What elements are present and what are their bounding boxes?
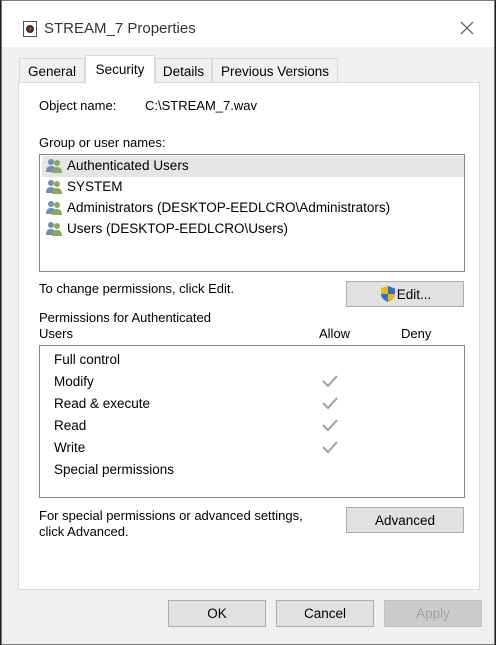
close-button[interactable] [452, 14, 482, 42]
tab-previous-versions[interactable]: Previous Versions [212, 58, 338, 83]
tab-security[interactable]: Security [85, 55, 155, 84]
deny-column-header: Deny [401, 326, 432, 341]
permission-name: Read & execute [54, 396, 151, 411]
permissions-for-label: Permissions for Authenticated [39, 310, 211, 325]
properties-dialog: STREAM_7 Properties General Security Det… [1, 0, 495, 645]
advanced-text-line2: click Advanced. [39, 524, 129, 539]
permissions-for-label-user: Users [39, 326, 73, 341]
list-item[interactable]: SYSTEM [42, 177, 464, 198]
permission-row: Read [54, 415, 454, 437]
object-name-value: C:\STREAM_7.wav [145, 98, 257, 113]
permissions-list: Full control Modify Read & execute Read [39, 345, 465, 498]
group-names-label: Group or user names: [39, 135, 166, 150]
list-item[interactable]: Administrators (DESKTOP-EEDLCRO\Administ… [42, 198, 464, 219]
advanced-button[interactable]: Advanced [346, 507, 464, 533]
title-bar: STREAM_7 Properties [2, 1, 494, 47]
tab-general[interactable]: General [19, 58, 85, 83]
edit-button-label: Edit... [396, 287, 432, 302]
object-name-label: Object name: [39, 98, 117, 113]
users-group-icon [45, 158, 63, 177]
checkmark-icon [321, 396, 339, 413]
list-item-label: Administrators (DESKTOP-EEDLCRO\Administ… [67, 200, 391, 215]
checkmark-icon [321, 374, 339, 391]
advanced-text-line1: For special permissions or advanced sett… [39, 508, 303, 523]
apply-button[interactable]: Apply [384, 600, 482, 627]
users-group-icon [45, 221, 63, 240]
uac-shield-icon [380, 286, 395, 302]
permission-row: Write [54, 437, 454, 459]
permission-name: Write [54, 440, 86, 455]
list-item[interactable]: Users (DESKTOP-EEDLCRO\Users) [42, 219, 464, 240]
checkmark-icon [321, 440, 339, 457]
permission-row: Read & execute [54, 393, 454, 415]
security-panel: Object name: C:\STREAM_7.wav Group or us… [18, 82, 480, 590]
list-item[interactable]: Authenticated Users [42, 156, 464, 177]
users-group-icon [45, 200, 63, 219]
group-user-list[interactable]: Authenticated Users SYSTEM Administrator… [39, 154, 465, 272]
tab-details[interactable]: Details [155, 58, 212, 83]
checkmark-icon [321, 418, 339, 435]
window-title: STREAM_7 Properties [44, 20, 196, 37]
permission-name: Special permissions [54, 462, 175, 477]
permission-name: Modify [54, 374, 94, 389]
list-item-label: Users (DESKTOP-EEDLCRO\Users) [67, 221, 289, 236]
list-item-label: SYSTEM [67, 179, 123, 194]
cancel-button[interactable]: Cancel [276, 600, 374, 627]
ok-button[interactable]: OK [168, 600, 266, 627]
permission-row: Special permissions [54, 459, 454, 481]
permission-name: Read [54, 418, 87, 433]
audio-file-icon [23, 21, 37, 37]
permission-row: Modify [54, 371, 454, 393]
allow-column-header: Allow [319, 326, 351, 341]
edit-button[interactable]: Edit... [346, 281, 464, 307]
close-icon [460, 21, 474, 35]
permission-row: Full control [54, 349, 454, 371]
users-group-icon [45, 179, 63, 198]
list-item-label: Authenticated Users [67, 158, 189, 173]
change-permissions-text: To change permissions, click Edit. [39, 281, 235, 296]
permission-name: Full control [54, 352, 121, 367]
